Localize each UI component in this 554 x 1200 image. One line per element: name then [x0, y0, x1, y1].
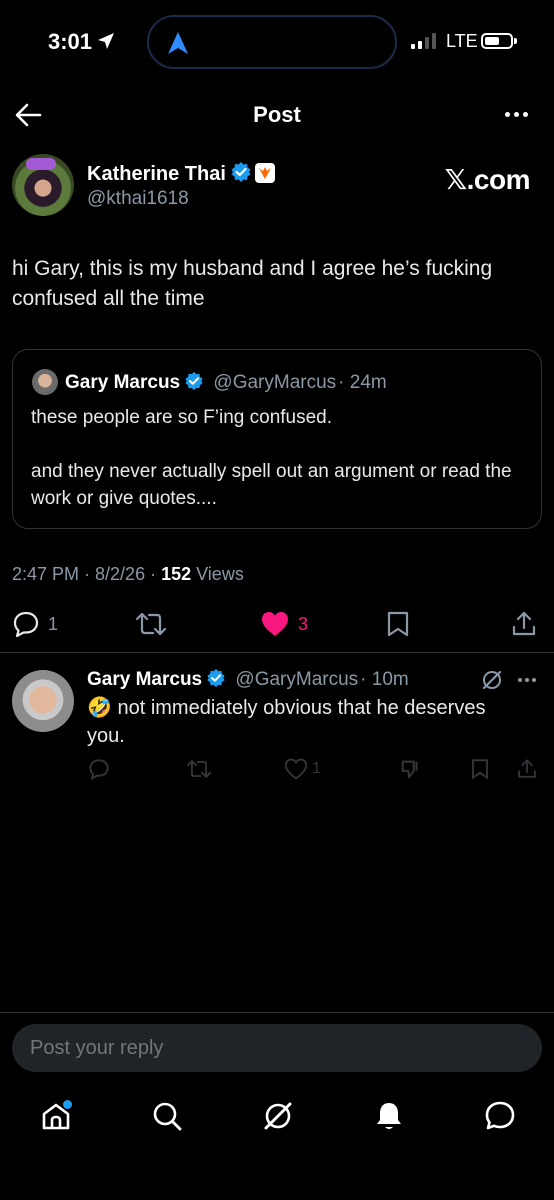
- author-handle[interactable]: @kthai1618: [87, 188, 189, 210]
- reply-reply-button[interactable]: [88, 758, 110, 780]
- affiliation-badge-icon: [254, 163, 275, 183]
- bottom-tab-bar: [0, 1090, 554, 1150]
- bookmark-button[interactable]: [386, 610, 410, 638]
- repost-icon: [187, 759, 211, 779]
- reply-composer[interactable]: [12, 1024, 542, 1072]
- like-button[interactable]: 3: [260, 610, 308, 638]
- reply-time: · 10m: [360, 669, 409, 690]
- post-actions: 1 3: [0, 606, 554, 642]
- status-time: 3:01: [48, 29, 93, 54]
- tab-messages[interactable]: [482, 1098, 518, 1134]
- message-icon: [485, 1101, 515, 1130]
- quote-author-name: Gary Marcus: [65, 372, 181, 393]
- post-text: hi Gary, this is my husband and I agree …: [12, 257, 493, 310]
- like-count: 3: [298, 613, 309, 634]
- quote-time: · 24m: [338, 372, 387, 393]
- repost-button[interactable]: [135, 610, 167, 638]
- quote-text: these people are so F’ing confused. and …: [31, 407, 512, 509]
- share-icon: [518, 759, 536, 778]
- verified-badge-icon: [207, 668, 225, 688]
- reply-icon: [13, 611, 39, 638]
- bell-icon: [377, 1103, 401, 1129]
- signal-strength-icon: [411, 33, 436, 49]
- views-count: 152: [161, 564, 192, 584]
- reply-repost-button[interactable]: [186, 758, 212, 780]
- page-title: Post: [253, 102, 301, 127]
- reply-actions: 1: [0, 758, 554, 784]
- divider: [0, 1012, 554, 1013]
- tab-search[interactable]: [149, 1098, 185, 1134]
- post-author[interactable]: Katherine Thai @kthai1618 𝕏.com: [12, 154, 542, 218]
- share-icon: [512, 611, 536, 636]
- verified-badge-icon: [231, 162, 251, 182]
- notification-dot: [63, 1100, 72, 1109]
- grok-icon: [264, 1102, 292, 1130]
- status-bar: 3:01 LTE: [0, 0, 554, 86]
- post-timestamp: 2:47 PM · 8/2/26 ·: [12, 564, 162, 584]
- post-header: Post: [0, 92, 554, 138]
- reply-header: Gary Marcus @GaryMarcus · 10m: [87, 668, 409, 691]
- reply-like-count: 1: [312, 760, 321, 777]
- quoted-post[interactable]: Gary Marcus @GaryMarcus · 24m these peopl…: [12, 349, 542, 529]
- views-label: Views: [191, 564, 244, 584]
- reply-button[interactable]: 1: [12, 610, 58, 638]
- author-name[interactable]: Katherine Thai: [87, 161, 275, 186]
- heart-icon: [284, 758, 308, 780]
- reply-bookmark-button[interactable]: [470, 758, 490, 780]
- heart-filled-icon: [262, 612, 288, 636]
- reply-post[interactable]: Gary Marcus @GaryMarcus · 10m 🤣 not immed…: [0, 660, 554, 800]
- dislike-button[interactable]: [400, 758, 422, 780]
- grok-icon[interactable]: [480, 668, 504, 692]
- dynamic-island: [147, 15, 397, 69]
- divider: [0, 652, 554, 653]
- reply-count: 1: [48, 613, 59, 634]
- reply-author-handle[interactable]: @GaryMarcus: [235, 669, 358, 690]
- reply-author-name[interactable]: Gary Marcus: [87, 669, 202, 690]
- tab-notifications[interactable]: [371, 1098, 407, 1134]
- x-watermark: 𝕏.com: [444, 164, 531, 195]
- verified-badge-icon: [185, 371, 203, 391]
- tab-grok[interactable]: [260, 1098, 296, 1134]
- avatar[interactable]: [12, 154, 74, 216]
- quote-avatar: [32, 369, 58, 395]
- search-icon: [153, 1102, 182, 1131]
- reply-icon: [89, 759, 109, 780]
- quote-author-handle: @GaryMarcus: [213, 372, 337, 393]
- repost-icon: [135, 612, 167, 636]
- quote-header: Gary Marcus @GaryMarcus · 24m: [65, 371, 387, 394]
- thumbs-down-icon: [401, 760, 418, 779]
- reply-text: 🤣 not immediately obvious that he deserv…: [87, 697, 486, 747]
- reply-more-options-icon[interactable]: [518, 678, 536, 682]
- bookmark-icon: [471, 759, 489, 780]
- location-arrow-icon: [98, 33, 114, 49]
- more-options-icon[interactable]: [505, 112, 528, 117]
- post-meta: 2:47 PM · 8/2/26 · 152 Views: [12, 564, 244, 585]
- reply-input[interactable]: [12, 1024, 542, 1072]
- tab-home[interactable]: [38, 1098, 74, 1134]
- battery-icon: [481, 33, 517, 49]
- share-button[interactable]: [510, 610, 538, 638]
- avatar[interactable]: [12, 670, 74, 732]
- reply-share-button[interactable]: [516, 758, 538, 780]
- navigation-arrow-icon: [168, 32, 188, 54]
- bookmark-icon: [387, 611, 409, 637]
- network-type: LTE: [446, 31, 478, 51]
- reply-like-button[interactable]: 1: [284, 758, 321, 780]
